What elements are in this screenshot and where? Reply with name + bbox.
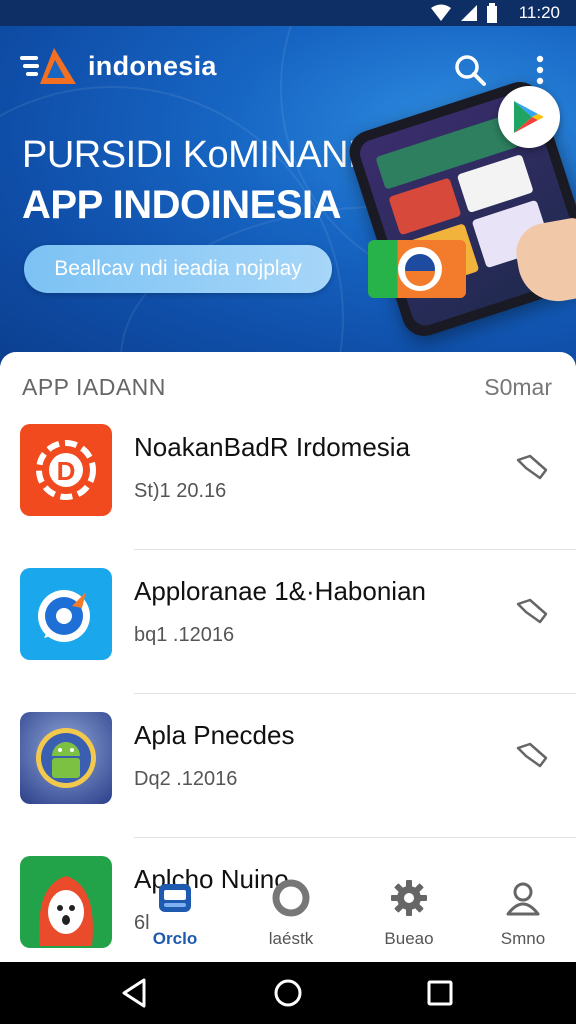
- app-list-item[interactable]: Apla Pnecdes Dq2 .12016: [0, 694, 576, 838]
- svg-text:D: D: [57, 456, 76, 486]
- pin-icon[interactable]: [512, 446, 552, 486]
- bottom-tab-bar: Orclo laéstk Bueao Smno: [0, 870, 576, 962]
- device-icon: [159, 884, 191, 912]
- status-icons: [430, 3, 498, 23]
- play-store-icon: [514, 101, 544, 133]
- status-bar: 11:20: [0, 0, 576, 26]
- recents-icon[interactable]: [423, 976, 457, 1010]
- tab-orclo[interactable]: Orclo: [120, 878, 230, 949]
- signal-icon: [461, 5, 477, 21]
- hero-cta-button[interactable]: Beallcav ndi ieadia nojplay: [24, 245, 332, 293]
- tab-bueao[interactable]: Bueao: [354, 878, 464, 949]
- app-name: NoakanBadR Irdomesia: [134, 432, 411, 462]
- search-icon: [455, 55, 486, 86]
- app-list-item[interactable]: D NoakanBadR Irdomesia St)1 20.16: [0, 406, 576, 550]
- wifi-icon: [431, 4, 451, 21]
- app-date: bq1 .12016: [134, 624, 235, 646]
- back-icon[interactable]: [118, 976, 152, 1010]
- home-icon[interactable]: [271, 976, 305, 1010]
- app-date: Dq2 .12016: [134, 768, 238, 790]
- tab-label: Orclo: [152, 929, 198, 948]
- circle-icon: [272, 879, 310, 917]
- brand-name: indonesia: [88, 50, 217, 81]
- person-icon: [506, 882, 540, 916]
- tab-smno[interactable]: Smno: [468, 878, 576, 949]
- app-name: Apploranae 1&·Habonian: [134, 576, 426, 606]
- pin-icon[interactable]: [512, 734, 552, 774]
- search-button[interactable]: [450, 50, 490, 90]
- chat-bubble-rocket-icon: [20, 568, 112, 660]
- section-more-link[interactable]: S0mar: [484, 374, 552, 401]
- hero-banner: indonesia PURSIDI KoMINANN APP INDOINESI…: [0, 26, 576, 366]
- tab-label: Smno: [500, 929, 546, 948]
- hero-title-line-2: APP INDOINESIA: [22, 183, 342, 227]
- hero-title: PURSIDI KoMINANN APP INDOINESIA: [22, 130, 376, 230]
- gear-icon: [391, 880, 427, 916]
- section-title: APP IADANN: [22, 374, 166, 400]
- camera-lens-icon: [398, 247, 442, 291]
- status-time: 11:20: [518, 3, 560, 22]
- play-store-badge: [498, 86, 560, 148]
- brand-logo[interactable]: indonesia: [20, 44, 217, 88]
- camera-badge: [368, 240, 466, 298]
- battery-icon: [487, 3, 497, 23]
- android-robot-icon: [20, 712, 112, 804]
- app-date: St)1 20.16: [134, 480, 227, 502]
- hero-title-line-1: PURSIDI KoMINANN: [22, 134, 376, 176]
- system-nav-bar: [0, 962, 576, 1024]
- flame-d-icon: D: [20, 424, 112, 516]
- pin-icon[interactable]: [512, 590, 552, 630]
- more-vertical-icon: [536, 55, 544, 85]
- logo-mark-icon: [20, 48, 76, 84]
- app-list-item[interactable]: Apploranae 1&·Habonian bq1 .12016: [0, 550, 576, 694]
- tab-label: laéstk: [268, 929, 314, 948]
- app-name: Apla Pnecdes: [134, 720, 295, 750]
- tab-laestk[interactable]: laéstk: [236, 878, 346, 949]
- tab-label: Bueao: [384, 929, 434, 948]
